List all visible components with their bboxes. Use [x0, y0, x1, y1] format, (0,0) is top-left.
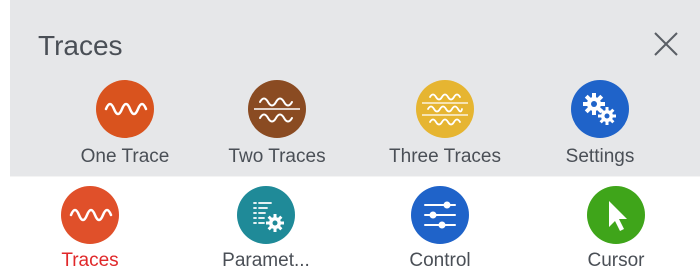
- divider: [10, 176, 700, 177]
- control-sliders-icon: [411, 186, 469, 244]
- close-icon: [654, 32, 678, 56]
- nav-tab-control[interactable]: Control: [390, 186, 490, 274]
- traces-panel: Traces One Trace Two Traces Three Traces…: [10, 0, 700, 176]
- three-traces-option[interactable]: Three Traces: [365, 80, 525, 170]
- three-traces-label: Three Traces: [389, 146, 501, 167]
- three-traces-icon: [416, 80, 474, 138]
- nav-label-parameters: Paramet...: [222, 250, 310, 271]
- settings-label: Settings: [565, 146, 635, 167]
- one-trace-label: One Trace: [80, 146, 170, 167]
- nav-label-traces: Traces: [61, 250, 119, 271]
- settings-option[interactable]: Settings: [540, 80, 660, 170]
- two-traces-option[interactable]: Two Traces: [207, 80, 347, 170]
- two-traces-icon: [248, 80, 306, 138]
- nav-tab-traces[interactable]: Traces: [40, 186, 140, 274]
- nav-label-control: Control: [409, 250, 471, 271]
- settings-gears-icon: [571, 80, 629, 138]
- panel-title: Traces: [38, 30, 123, 61]
- close-button[interactable]: [650, 28, 682, 60]
- two-traces-label: Two Traces: [228, 146, 326, 167]
- nav-tab-cursor[interactable]: Cursor: [566, 186, 666, 274]
- cursor-arrow-icon: [587, 186, 645, 244]
- traces-wave-icon: [61, 186, 119, 244]
- one-trace-icon: [96, 80, 154, 138]
- nav-label-cursor: Cursor: [587, 250, 645, 271]
- parameters-icon: [237, 186, 295, 244]
- one-trace-option[interactable]: One Trace: [65, 80, 185, 170]
- nav-tab-parameters[interactable]: Paramet...: [208, 186, 324, 274]
